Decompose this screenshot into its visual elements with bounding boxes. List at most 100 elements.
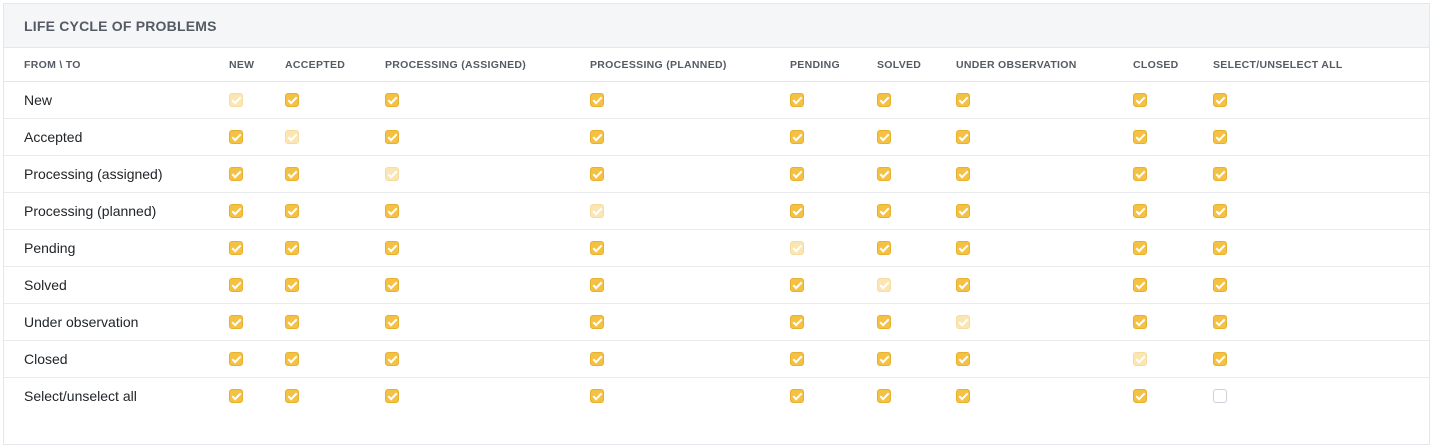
checkbox-closed[interactable] xyxy=(1133,166,1147,181)
checkbox-accepted[interactable] xyxy=(285,203,299,218)
checkbox-processing-planned[interactable] xyxy=(590,314,604,329)
checkbox-processing-assigned[interactable] xyxy=(385,92,399,107)
checkbox-new[interactable] xyxy=(229,314,243,329)
matrix-cell xyxy=(1213,155,1429,193)
checkbox-pending[interactable] xyxy=(790,314,804,329)
checkbox-accepted[interactable] xyxy=(285,240,299,255)
checkbox-new[interactable] xyxy=(229,240,243,255)
checkbox-processing-planned[interactable] xyxy=(590,166,604,181)
checkbox-processing-planned[interactable] xyxy=(590,277,604,292)
checkbox-select-all[interactable] xyxy=(1213,203,1227,218)
checkbox-pending[interactable] xyxy=(790,388,804,403)
checkbox-new[interactable] xyxy=(229,203,243,218)
checkbox-select-all[interactable] xyxy=(1213,388,1227,403)
checkbox-select-all[interactable] xyxy=(1213,314,1227,329)
column-header-from-to: FROM \ TO xyxy=(4,48,229,82)
checkbox-closed[interactable] xyxy=(1133,277,1147,292)
checkbox-accepted[interactable] xyxy=(285,314,299,329)
checkbox-processing-planned[interactable] xyxy=(590,240,604,255)
checkbox-solved[interactable] xyxy=(877,166,891,181)
checkbox-select-all[interactable] xyxy=(1213,129,1227,144)
matrix-cell xyxy=(790,229,877,267)
checkbox-select-all[interactable] xyxy=(1213,277,1227,292)
checkbox-pending[interactable] xyxy=(790,351,804,366)
matrix-cell xyxy=(385,229,590,267)
matrix-cell xyxy=(790,118,877,156)
transition-matrix-table: FROM \ TO NEW ACCEPTED PROCESSING (ASSIG… xyxy=(4,48,1429,414)
matrix-cell xyxy=(1213,192,1429,230)
checkbox-closed[interactable] xyxy=(1133,314,1147,329)
checkbox-under-observation[interactable] xyxy=(956,277,970,292)
matrix-cell xyxy=(956,155,1133,193)
row-label: Processing (assigned) xyxy=(4,155,229,193)
checkbox-processing-assigned xyxy=(385,166,399,181)
checkbox-processing-planned[interactable] xyxy=(590,388,604,403)
matrix-cell xyxy=(1133,81,1213,119)
checkbox-solved[interactable] xyxy=(877,388,891,403)
checkbox-processing-assigned[interactable] xyxy=(385,388,399,403)
matrix-cell xyxy=(956,81,1133,119)
checkbox-closed[interactable] xyxy=(1133,92,1147,107)
checkbox-select-all[interactable] xyxy=(1213,240,1227,255)
checkbox-under-observation[interactable] xyxy=(956,92,970,107)
checkbox-closed[interactable] xyxy=(1133,388,1147,403)
checkbox-pending[interactable] xyxy=(790,166,804,181)
header-row: FROM \ TO NEW ACCEPTED PROCESSING (ASSIG… xyxy=(4,48,1429,82)
checkbox-select-all[interactable] xyxy=(1213,166,1227,181)
column-header-accepted: ACCEPTED xyxy=(285,48,385,82)
checkbox-new[interactable] xyxy=(229,129,243,144)
checkbox-processing-assigned[interactable] xyxy=(385,351,399,366)
checkbox-select-all[interactable] xyxy=(1213,92,1227,107)
checkbox-closed[interactable] xyxy=(1133,129,1147,144)
checkbox-pending[interactable] xyxy=(790,92,804,107)
matrix-cell xyxy=(590,378,790,415)
matrix-cell xyxy=(877,340,956,378)
checkbox-processing-planned[interactable] xyxy=(590,351,604,366)
checkbox-new[interactable] xyxy=(229,351,243,366)
checkbox-new[interactable] xyxy=(229,166,243,181)
matrix-cell xyxy=(877,229,956,267)
matrix-cell xyxy=(1213,81,1429,119)
matrix-cell xyxy=(229,192,285,230)
matrix-cell xyxy=(877,378,956,415)
checkbox-accepted[interactable] xyxy=(285,277,299,292)
checkbox-processing-assigned[interactable] xyxy=(385,203,399,218)
matrix-cell xyxy=(877,303,956,341)
checkbox-new[interactable] xyxy=(229,388,243,403)
checkbox-accepted[interactable] xyxy=(285,92,299,107)
checkbox-processing-planned[interactable] xyxy=(590,129,604,144)
checkbox-accepted[interactable] xyxy=(285,166,299,181)
checkbox-solved[interactable] xyxy=(877,314,891,329)
matrix-cell xyxy=(229,266,285,304)
row-label: New xyxy=(4,81,229,119)
checkbox-processing-assigned[interactable] xyxy=(385,314,399,329)
checkbox-processing-planned[interactable] xyxy=(590,92,604,107)
checkbox-processing-assigned[interactable] xyxy=(385,240,399,255)
checkbox-under-observation[interactable] xyxy=(956,388,970,403)
checkbox-pending[interactable] xyxy=(790,129,804,144)
checkbox-accepted[interactable] xyxy=(285,351,299,366)
checkbox-under-observation[interactable] xyxy=(956,129,970,144)
checkbox-solved[interactable] xyxy=(877,92,891,107)
checkbox-closed[interactable] xyxy=(1133,240,1147,255)
checkbox-pending[interactable] xyxy=(790,277,804,292)
checkbox-processing-assigned[interactable] xyxy=(385,277,399,292)
row-label: Solved xyxy=(4,266,229,304)
checkbox-processing-assigned[interactable] xyxy=(385,129,399,144)
checkbox-closed[interactable] xyxy=(1133,203,1147,218)
matrix-cell xyxy=(590,229,790,267)
checkbox-select-all[interactable] xyxy=(1213,351,1227,366)
table-row: New xyxy=(4,81,1429,119)
checkbox-solved[interactable] xyxy=(877,351,891,366)
checkbox-solved[interactable] xyxy=(877,203,891,218)
checkbox-under-observation[interactable] xyxy=(956,240,970,255)
checkbox-under-observation[interactable] xyxy=(956,203,970,218)
checkbox-new[interactable] xyxy=(229,277,243,292)
checkbox-solved[interactable] xyxy=(877,129,891,144)
checkbox-pending xyxy=(790,240,804,255)
checkbox-pending[interactable] xyxy=(790,203,804,218)
checkbox-under-observation[interactable] xyxy=(956,166,970,181)
checkbox-solved[interactable] xyxy=(877,240,891,255)
checkbox-under-observation[interactable] xyxy=(956,351,970,366)
checkbox-accepted[interactable] xyxy=(285,388,299,403)
